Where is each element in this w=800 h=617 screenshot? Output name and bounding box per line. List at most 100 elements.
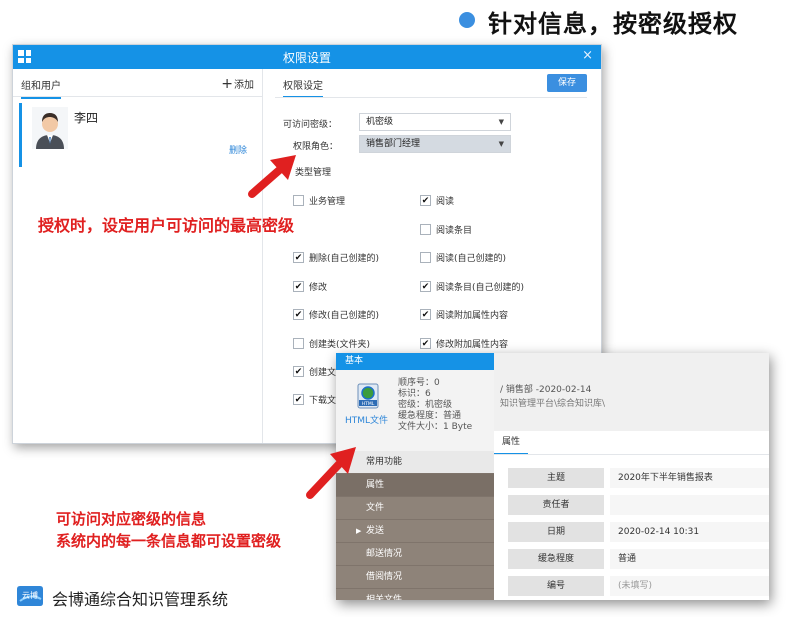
meta-order: 顺序号：0 xyxy=(398,378,440,388)
permission-label: 创建文 xyxy=(309,368,337,378)
user-name: 李四 xyxy=(74,111,99,125)
page-title: 针对信息，按密级授权 xyxy=(488,10,738,38)
company-logo-icon: 云博 xyxy=(17,586,43,606)
prop-value-date: 2020-02-14 10:31 xyxy=(610,522,769,542)
permission-checkbox[interactable]: ✔ 删除(自己创建的) xyxy=(293,251,379,264)
file-type-label: HTML文件 xyxy=(345,416,389,426)
prop-label-subject: 主题 xyxy=(508,468,604,488)
permission-checkbox[interactable]: ✔ 阅读条目(自己创建的) xyxy=(420,280,524,293)
access-level-select[interactable]: 机密级 ▼ xyxy=(359,113,511,131)
prop-label-date: 日期 xyxy=(508,522,604,542)
access-level-label: 可访问密级： xyxy=(283,120,338,130)
permission-checkbox[interactable]: 创建类(文件夹) xyxy=(293,337,370,350)
info-right-panel: / 销售部 -2020-02-14 知识管理平台\综合知识库\ 属性 主题 20… xyxy=(494,353,769,600)
html-file-icon-text: HTML xyxy=(362,401,375,407)
permission-checkbox[interactable]: ✔ 阅读附加属性内容 xyxy=(420,308,508,321)
permission-label: 阅读 xyxy=(436,197,455,207)
groups-users-pane: 组和用户 +添加 李四 删除 xyxy=(13,69,263,443)
permission-label: 修改 xyxy=(309,283,328,293)
checkmark-icon: ✔ xyxy=(420,195,431,206)
permission-label: 修改(自己创建的) xyxy=(309,311,380,321)
menu-item-send-label: 发送 xyxy=(366,526,385,536)
path-dept-date: / 销售部 -2020-02-14 xyxy=(500,385,592,395)
checkmark-icon: ✔ xyxy=(420,338,431,349)
role-value: 销售部门经理 xyxy=(366,139,421,149)
meta-urgency: 缓急程度：普通 xyxy=(398,411,462,421)
checkmark-icon: ✔ xyxy=(420,281,431,292)
prop-value-number: (未填写) xyxy=(610,576,769,596)
caret-right-icon: ▶ xyxy=(356,527,362,535)
chevron-down-icon: ▼ xyxy=(498,118,504,126)
role-select[interactable]: 销售部门经理 ▼ xyxy=(359,135,511,153)
prop-value-subject: 2020年下半年销售报表 xyxy=(610,468,769,488)
save-button[interactable]: 保存 xyxy=(547,74,587,92)
checkmark-icon: ✔ xyxy=(293,252,304,263)
logo-text: 云博 xyxy=(22,590,38,600)
checkmark-icon: ✔ xyxy=(293,366,304,377)
annotation-bottom-line1: 可访问对应密级的信息 xyxy=(56,510,207,528)
permission-checkbox[interactable]: ✔ 修改 xyxy=(293,280,327,293)
menu-item-related-files[interactable]: 相关文件 xyxy=(336,589,494,600)
window-titlebar: 权限设置 × xyxy=(13,45,601,69)
panel-title: 基本 xyxy=(336,353,494,370)
permission-checkbox[interactable]: ✔ 修改附加属性内容 xyxy=(420,337,508,350)
tab-divider xyxy=(275,97,587,98)
checkmark-icon: ✔ xyxy=(293,281,304,292)
red-arrow-icon xyxy=(248,155,296,198)
permission-label: 阅读条目 xyxy=(436,226,473,236)
permission-label: 下载文 xyxy=(309,396,337,406)
add-button-label: 添加 xyxy=(234,80,254,91)
document-info-window: 基本 HTML HTML文件 顺序号：0 标识：6 密级：机密级 缓急程度：普通… xyxy=(336,353,769,600)
checkbox-box xyxy=(420,252,431,263)
permission-checkbox[interactable]: ✔ 下载文 xyxy=(293,393,336,406)
tab-divider xyxy=(494,454,769,455)
access-level-value: 机密级 xyxy=(366,117,394,127)
prop-label-responsible: 责任者 xyxy=(508,495,604,515)
meta-file-size: 文件大小：1 Byte xyxy=(398,422,473,432)
annotation-top: 授权时，设定用户可访问的最高密级 xyxy=(38,216,295,235)
permission-label: 阅读条目(自己创建的) xyxy=(436,283,525,293)
permission-label: 删除(自己创建的) xyxy=(309,254,380,264)
system-name: 会博通综合知识管理系统 xyxy=(52,590,229,609)
permission-checkbox[interactable]: 阅读条目 xyxy=(420,223,472,236)
tab-groups-users[interactable]: 组和用户 xyxy=(21,77,61,99)
checkmark-icon: ✔ xyxy=(293,394,304,405)
permission-label: 业务管理 xyxy=(309,197,346,207)
user-avatar-icon xyxy=(32,107,68,149)
menu-item-mail-status[interactable]: 邮送情况 xyxy=(336,543,494,566)
file-meta: 顺序号：0 标识：6 密级：机密级 缓急程度：普通 文件大小：1 Byte xyxy=(398,378,472,433)
window-title: 权限设置 xyxy=(282,51,331,65)
prop-label-number: 编号 xyxy=(508,576,604,596)
checkmark-icon: ✔ xyxy=(293,309,304,320)
permission-checkbox[interactable]: ✔ 创建文 xyxy=(293,365,336,378)
permission-checkbox[interactable]: ✔ 修改(自己创建的) xyxy=(293,308,379,321)
permission-label: 创建类(文件夹) xyxy=(309,340,371,350)
meta-security-level: 密级：机密级 xyxy=(398,400,453,410)
close-icon[interactable]: × xyxy=(582,48,593,63)
path-header: / 销售部 -2020-02-14 知识管理平台\综合知识库\ xyxy=(494,353,769,431)
annotation-bottom-line2: 系统内的每一条信息都可设置密级 xyxy=(56,532,282,550)
meta-id: 标识：6 xyxy=(398,389,431,399)
red-arrow-icon xyxy=(306,447,356,499)
delete-user-link[interactable]: 删除 xyxy=(229,143,247,156)
prop-value-responsible xyxy=(610,495,769,515)
checkmark-icon: ✔ xyxy=(420,309,431,320)
tab-properties[interactable]: 属性 xyxy=(494,431,528,455)
permission-label: 阅读附加属性内容 xyxy=(436,311,509,321)
plus-icon: + xyxy=(221,76,233,92)
menu-item-send[interactable]: ▶ 发送 xyxy=(336,520,494,543)
checkbox-box xyxy=(293,338,304,349)
menu-item-borrow-status[interactable]: 借阅情况 xyxy=(336,566,494,589)
permission-label: 修改附加属性内容 xyxy=(436,340,509,350)
permission-checkbox[interactable]: ✔ 阅读 xyxy=(420,194,454,207)
html-file-icon: HTML xyxy=(357,383,379,409)
checkbox-box xyxy=(420,224,431,235)
tab-permission-settings[interactable]: 权限设定 xyxy=(283,77,323,98)
prop-value-urgency: 普通 xyxy=(610,549,769,569)
permission-checkbox[interactable]: 阅读(自己创建的) xyxy=(420,251,506,264)
user-list-item[interactable]: 李四 删除 xyxy=(19,103,253,167)
left-tab-bar: 组和用户 +添加 xyxy=(13,69,262,99)
bullet-dot-icon xyxy=(459,12,475,28)
add-button[interactable]: +添加 xyxy=(221,76,254,91)
chevron-down-icon: ▼ xyxy=(498,140,504,148)
